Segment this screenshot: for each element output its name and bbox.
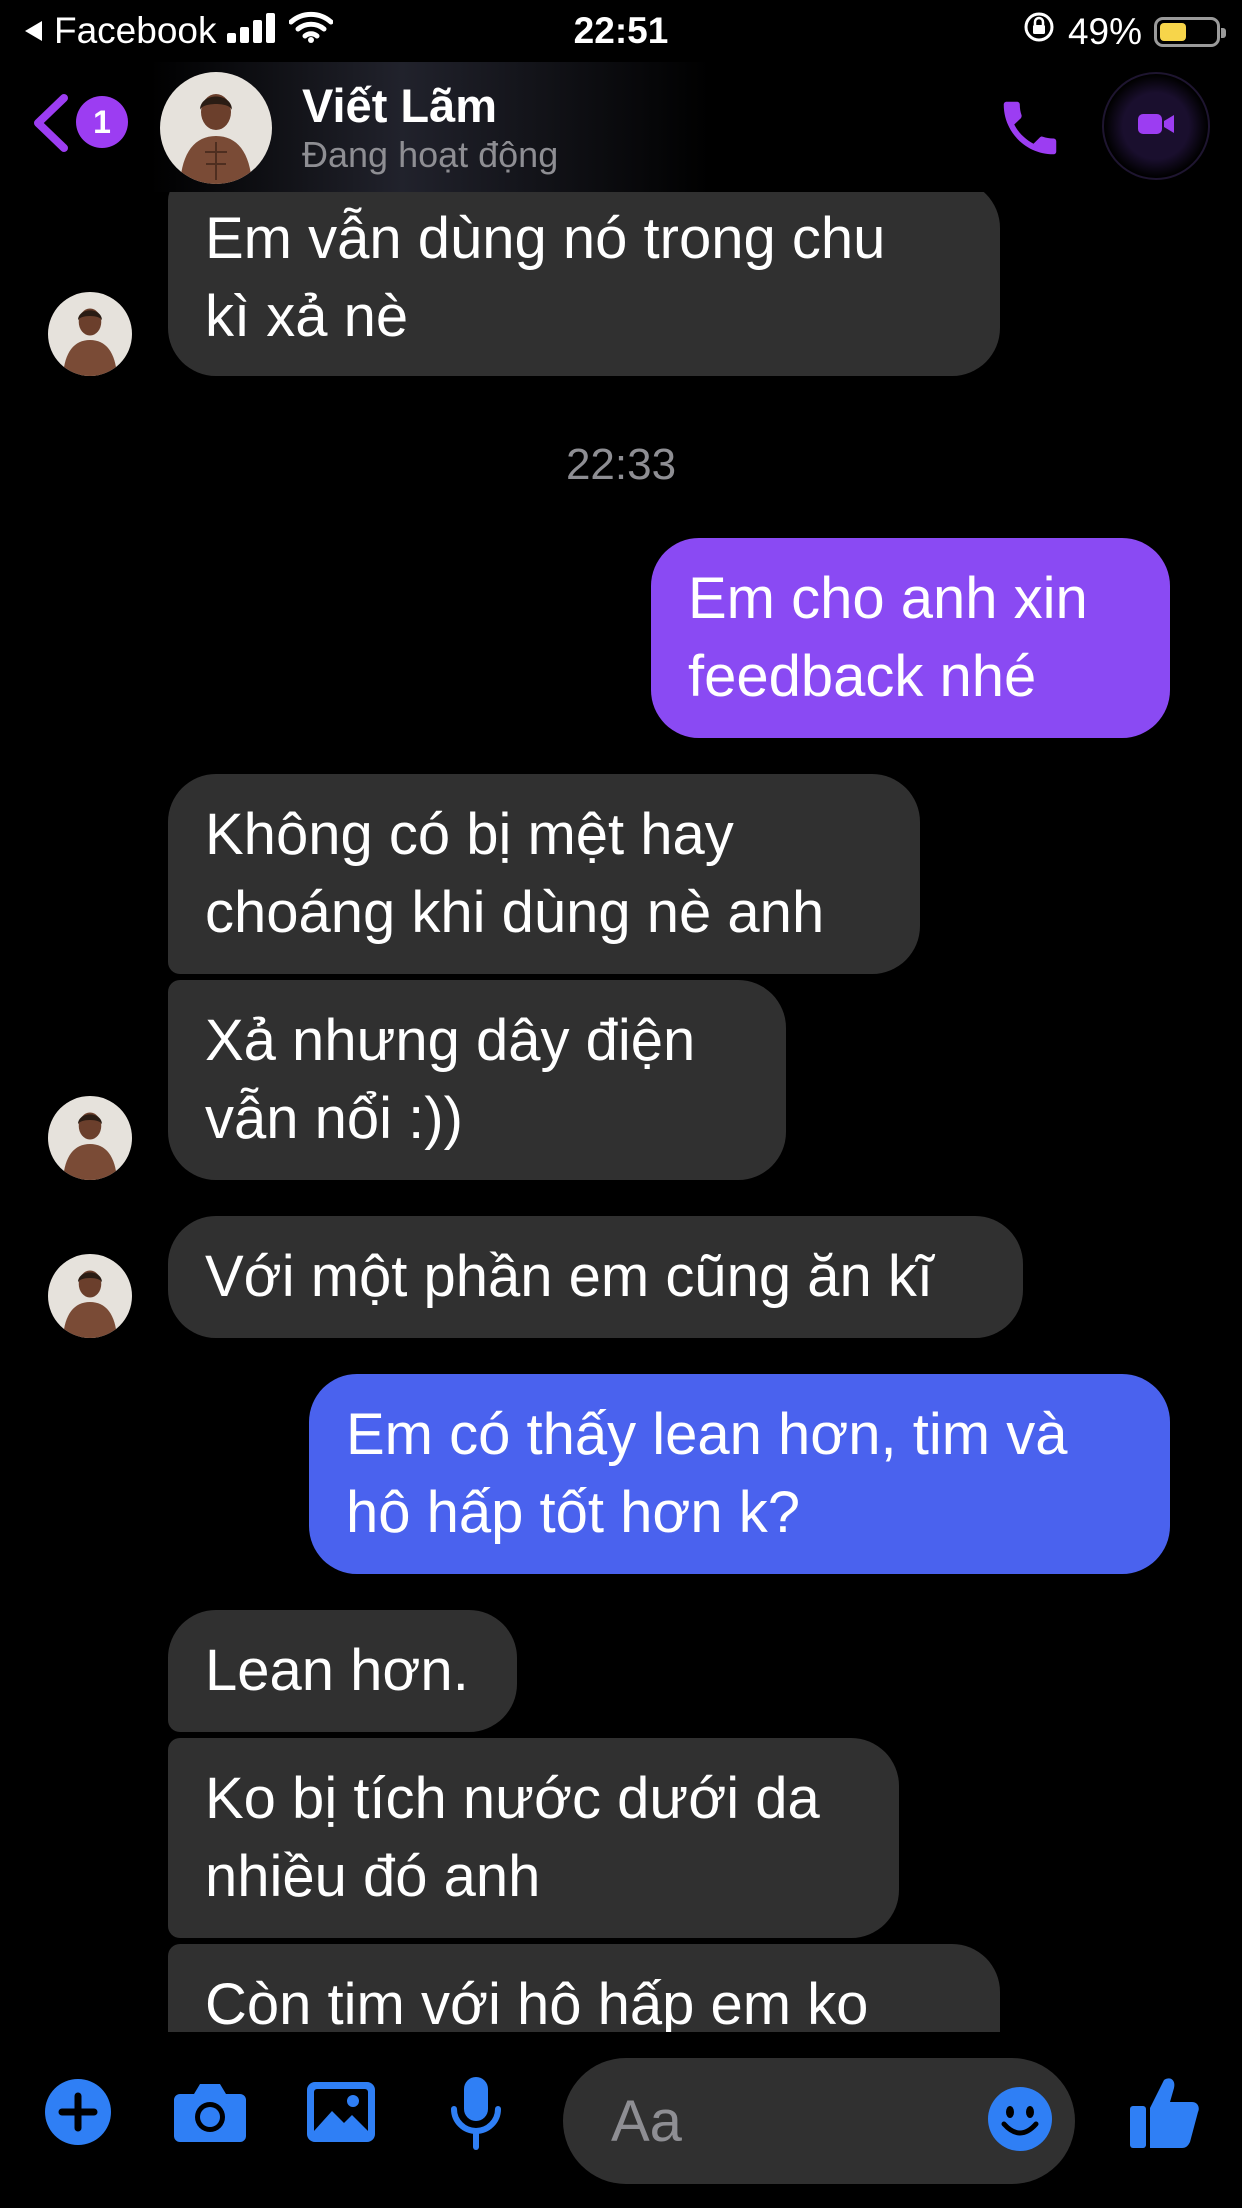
video-call-button[interactable] [1102,72,1210,180]
message-line: Ko bị tích nước dưới da [205,1766,820,1831]
contact-avatar[interactable] [160,72,272,184]
message-bubble-received[interactable]: Xả nhưng dây điện vẫn nổi :)) [168,980,786,1180]
message-bubble-received[interactable]: Với một phần em cũng ăn kĩ [168,1216,1023,1338]
message-line: Em cho anh xin [688,566,1088,631]
contact-name[interactable]: Viết Lãm [302,78,497,133]
message-line: Em vẫn dùng nó trong chu [205,206,886,271]
message-line: nhiều đó anh [205,1844,541,1909]
message-line: Với một phần em cũng ăn kĩ [205,1244,933,1309]
contact-avatar-small[interactable] [48,292,132,376]
more-actions-button[interactable] [42,2078,114,2150]
message-line: Còn tim với hô hấp em ko [205,1972,869,2032]
battery-percent: 49% [1067,10,1142,52]
message-input[interactable]: Aa [563,2058,1075,2184]
message-bubble-received[interactable]: Em vẫn dùng nó trong chu kì xả nè [168,192,1000,376]
contact-status: Đang hoạt động [302,134,559,175]
message-bubble-sent[interactable]: Em có thấy lean hơn, tim và hô hấp tốt hơ… [309,1374,1170,1574]
video-camera-icon [1136,110,1176,143]
plus-icon [44,2078,112,2151]
message-bubble-sent[interactable]: Em cho anh xin feedback nhé [651,538,1170,738]
orientation-lock-icon [1022,10,1056,53]
voice-call-button[interactable] [990,90,1070,170]
camera-icon [172,2080,248,2149]
gallery-icon [306,2081,376,2148]
camera-button[interactable] [170,2076,250,2152]
composer-bar: Aa [0,2032,1242,2208]
message-line: Không có bị mệt hay [205,802,734,867]
message-line: feedback nhé [688,644,1037,709]
status-bar: Facebook 22:51 49% [0,0,1242,62]
message-input-placeholder: Aa [611,2089,682,2154]
message-line: Xả nhưng dây điện [205,1008,696,1073]
gallery-button[interactable] [303,2078,379,2150]
phone-icon [995,93,1065,168]
message-line: Lean hơn. [205,1638,469,1703]
unread-badge: 1 [76,96,128,148]
message-line: kì xả nè [205,284,409,349]
contact-avatar-small[interactable] [48,1254,132,1338]
message-line: hô hấp tốt hơn k? [346,1480,801,1545]
like-icon [1128,2074,1200,2155]
message-bubble-received[interactable]: Ko bị tích nước dưới da nhiều đó anh [168,1738,899,1938]
message-bubble-received[interactable]: Lean hơn. [168,1610,517,1732]
message-timestamp: 22:33 [565,440,677,489]
like-button[interactable] [1124,2072,1204,2156]
message-bubble-received[interactable]: Không có bị mệt hay choáng khi dùng nè an… [168,774,920,974]
chat-header: 1 Viết Lãm Đang hoạt động [0,62,1242,192]
emoji-icon [987,2086,1053,2157]
battery-icon [1154,16,1226,47]
message-line: choáng khi dùng nè anh [205,880,825,945]
microphone-icon [448,2075,504,2156]
status-right: 49% [1022,10,1226,53]
message-list: Em vẫn dùng nó trong chu kì xả nè 22:33 E… [0,192,1242,2032]
message-line: Em có thấy lean hơn, tim và [346,1402,1068,1467]
chevron-left-icon [30,93,70,158]
message-line: vẫn nổi :)) [205,1086,463,1151]
contact-avatar-small[interactable] [48,1096,132,1180]
message-bubble-received[interactable]: Còn tim với hô hấp em ko [168,1944,1000,2032]
voice-message-button[interactable] [440,2072,512,2158]
emoji-button[interactable] [985,2086,1055,2156]
